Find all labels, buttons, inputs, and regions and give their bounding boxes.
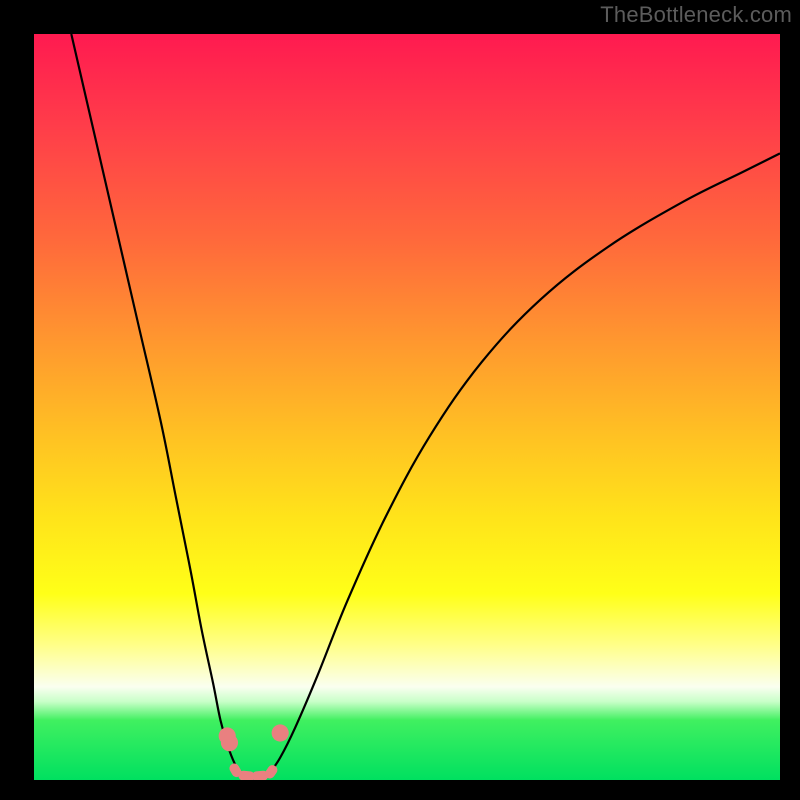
marker-dot xyxy=(272,724,289,741)
outer-frame: TheBottleneck.com xyxy=(0,0,800,800)
curve-right xyxy=(269,153,780,774)
plot-area xyxy=(34,34,780,780)
watermark-text: TheBottleneck.com xyxy=(600,2,792,28)
curve-left xyxy=(71,34,241,774)
chart-svg xyxy=(34,34,780,780)
marker-dot xyxy=(221,734,238,751)
